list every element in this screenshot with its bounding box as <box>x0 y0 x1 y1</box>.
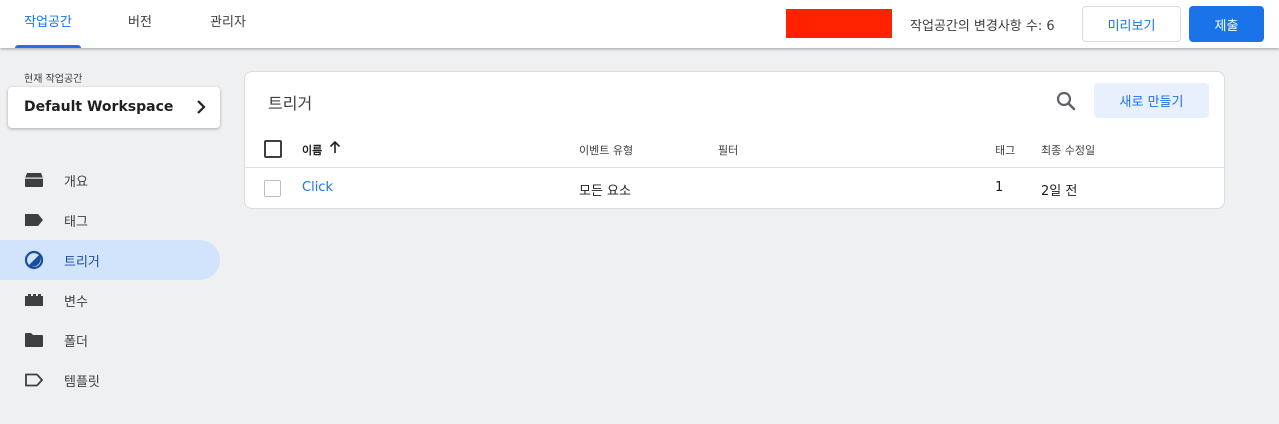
trigger-name-link[interactable]: Click <box>302 180 333 195</box>
search-icon[interactable] <box>1054 89 1078 113</box>
trigger-event-type: 모든 요소 <box>579 184 631 199</box>
sidebar-item-label: 개요 <box>64 174 88 190</box>
sidebar-item-label: 트리거 <box>64 254 100 270</box>
current-workspace-label: 현재 작업공간 <box>24 74 83 85</box>
sidebar-item-label: 템플릿 <box>64 374 100 390</box>
column-header-last-modified[interactable]: 최종 수정일 <box>1041 142 1095 158</box>
tab-admin[interactable]: 관리자 <box>197 0 259 48</box>
sidebar-item-label: 태그 <box>64 214 88 230</box>
row-checkbox[interactable] <box>264 180 281 197</box>
sidebar-item-templates[interactable]: 템플릿 <box>0 360 220 400</box>
tag-icon <box>24 210 44 230</box>
page-title: 트리거 <box>268 94 313 113</box>
triggers-card: 트리거 새로 만들기 이름 이벤트 유형 필터 태그 최종 수정일 Click … <box>244 71 1225 209</box>
top-bar: 작업공간 버전 관리자 작업공간의 변경사항 수: 6 미리보기 제출 <box>0 0 1279 48</box>
sidebar-item-label: 폴더 <box>64 334 88 350</box>
sidebar-item-label: 변수 <box>64 294 88 310</box>
sidebar-item-variables[interactable]: 변수 <box>0 280 220 320</box>
workspace-changes-count: 작업공간의 변경사항 수: 6 <box>910 19 1055 34</box>
sidebar-item-overview[interactable]: 개요 <box>0 160 220 200</box>
template-icon <box>24 370 44 390</box>
tab-workspace[interactable]: 작업공간 <box>15 0 81 48</box>
new-trigger-button[interactable]: 새로 만들기 <box>1094 83 1209 118</box>
tab-versions[interactable]: 버전 <box>115 0 165 48</box>
folder-icon <box>24 330 44 350</box>
redacted-block <box>786 9 892 38</box>
sidebar-item-triggers[interactable]: 트리거 <box>0 240 220 280</box>
column-header-tags[interactable]: 태그 <box>995 142 1015 158</box>
chevron-right-icon <box>197 100 206 114</box>
column-header-filter[interactable]: 필터 <box>718 142 738 158</box>
workspace-selector[interactable]: Default Workspace <box>8 87 220 128</box>
preview-button[interactable]: 미리보기 <box>1082 6 1181 42</box>
select-all-checkbox[interactable] <box>264 140 282 158</box>
trigger-tag-count[interactable]: 1 <box>995 180 1003 195</box>
submit-button[interactable]: 제출 <box>1189 6 1264 42</box>
column-header-name[interactable]: 이름 <box>302 142 322 158</box>
column-header-event-type[interactable]: 이벤트 유형 <box>579 142 633 158</box>
sidebar-item-folders[interactable]: 폴더 <box>0 320 220 360</box>
workspace-name: Default Workspace <box>24 99 174 115</box>
table-header: 이름 이벤트 유형 필터 태그 최종 수정일 <box>245 129 1224 168</box>
sidebar-item-tags[interactable]: 태그 <box>0 200 220 240</box>
variable-icon <box>24 290 44 310</box>
trigger-last-modified: 2일 전 <box>1041 184 1078 199</box>
table-row: Click 모든 요소 1 2일 전 <box>245 169 1224 209</box>
trigger-icon <box>24 250 44 270</box>
overview-icon <box>24 170 44 190</box>
sort-ascending-icon[interactable] <box>328 140 342 154</box>
